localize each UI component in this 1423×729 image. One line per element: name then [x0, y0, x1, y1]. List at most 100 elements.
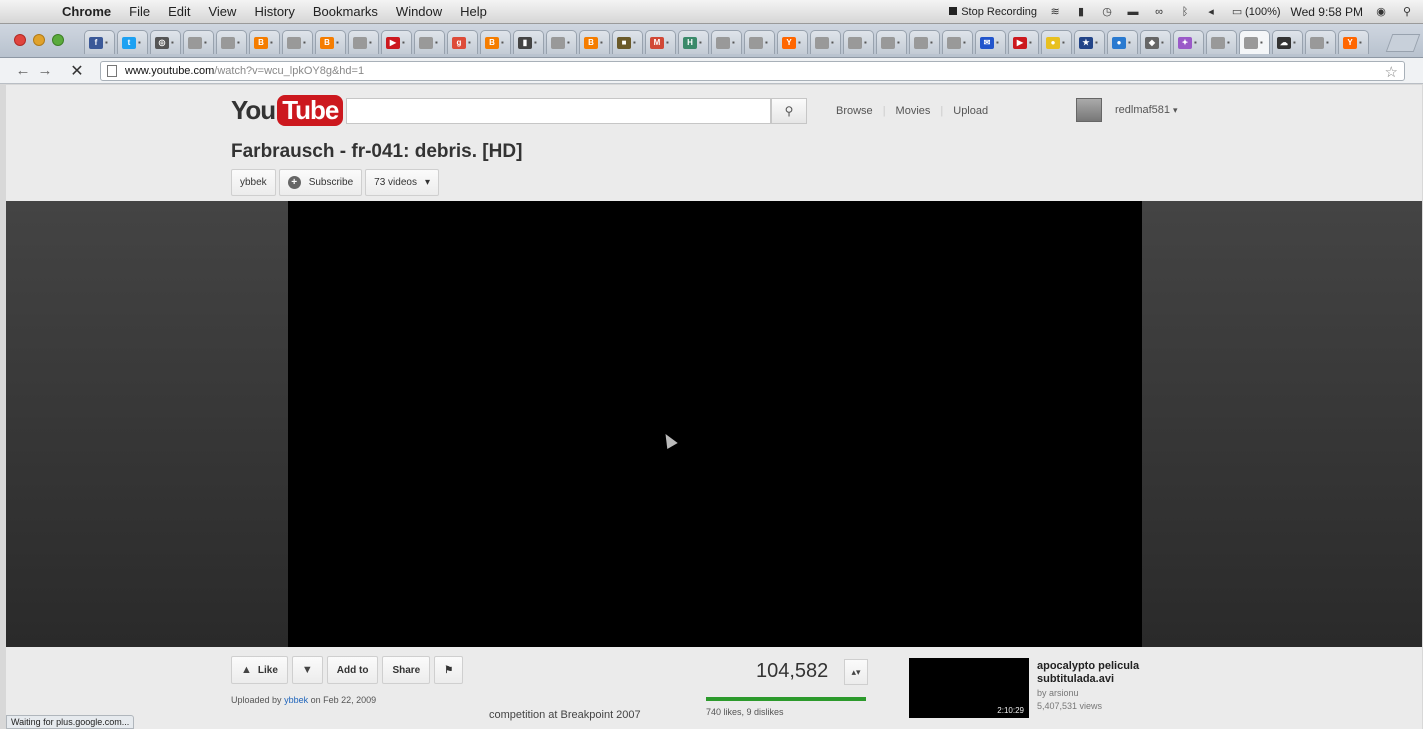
tab-close-icon[interactable]: ▪	[930, 38, 933, 47]
avatar[interactable]	[1076, 98, 1102, 122]
tab-close-icon[interactable]: ▪	[1194, 38, 1197, 47]
forward-button[interactable]: →	[34, 62, 56, 79]
browser-tab[interactable]: ✦ ▪	[1173, 30, 1204, 54]
browser-tab[interactable]: ☁ ▪	[1272, 30, 1303, 54]
browser-tab[interactable]: M ▪	[645, 30, 676, 54]
tab-close-icon[interactable]: ▪	[666, 38, 669, 47]
browser-tab[interactable]: B ▪	[579, 30, 610, 54]
window-close-button[interactable]	[14, 34, 26, 46]
tab-close-icon[interactable]: ▪	[897, 38, 900, 47]
subscribe-button[interactable]: + Subscribe	[278, 169, 363, 196]
menu-help[interactable]: Help	[460, 4, 487, 19]
browser-tab[interactable]: ▪	[183, 30, 214, 54]
browser-tab[interactable]: ▪	[744, 30, 775, 54]
browser-tab[interactable]: t ▪	[117, 30, 148, 54]
browser-tab[interactable]: ▪	[414, 30, 445, 54]
menu-file[interactable]: File	[129, 4, 150, 19]
tab-close-icon[interactable]: ▪	[369, 38, 372, 47]
browser-tab[interactable]: ▪	[909, 30, 940, 54]
tab-close-icon[interactable]: ▪	[534, 38, 537, 47]
display-icon[interactable]: ▬	[1125, 6, 1141, 18]
browser-tab[interactable]: ▮ ▪	[513, 30, 544, 54]
browser-tab[interactable]: ★ ▪	[1074, 30, 1105, 54]
browser-tab[interactable]: B ▪	[480, 30, 511, 54]
browser-tab[interactable]: ▪	[876, 30, 907, 54]
battery-status[interactable]: ▭ (100%)	[1229, 6, 1281, 18]
browser-tab[interactable]: f ▪	[84, 30, 115, 54]
user-menu[interactable]: redlmaf581 ▾	[1115, 104, 1178, 116]
window-minimize-button[interactable]	[33, 34, 45, 46]
browser-tab[interactable]: ▪	[942, 30, 973, 54]
browser-tab[interactable]: ■ ▪	[612, 30, 643, 54]
browser-tab[interactable]: ▪	[546, 30, 577, 54]
tab-close-icon[interactable]: ▪	[633, 38, 636, 47]
tab-close-icon[interactable]: ▪	[1260, 38, 1263, 47]
menu-view[interactable]: View	[208, 4, 236, 19]
new-tab-button[interactable]	[1385, 34, 1421, 52]
browser-tab[interactable]: B ▪	[315, 30, 346, 54]
browser-tab[interactable]: ✉ ▪	[975, 30, 1006, 54]
menu-app-name[interactable]: Chrome	[62, 4, 111, 19]
tab-close-icon[interactable]: ▪	[270, 38, 273, 47]
tab-close-icon[interactable]: ▪	[1029, 38, 1032, 47]
tab-close-icon[interactable]: ▪	[831, 38, 834, 47]
address-bar[interactable]: www.youtube.com /watch?v=wcu_lpkOY8g&hd=…	[100, 61, 1405, 81]
video-player[interactable]	[288, 201, 1142, 647]
tab-close-icon[interactable]: ▪	[765, 38, 768, 47]
tab-close-icon[interactable]: ▪	[996, 38, 999, 47]
tab-close-icon[interactable]: ▪	[171, 38, 174, 47]
browser-tab[interactable]: ▪	[1206, 30, 1237, 54]
browser-tab[interactable]: ▪	[282, 30, 313, 54]
tab-close-icon[interactable]: ▪	[1326, 38, 1329, 47]
tab-close-icon[interactable]: ▪	[501, 38, 504, 47]
browser-tab[interactable]: ▪	[843, 30, 874, 54]
menu-clock[interactable]: Wed 9:58 PM	[1291, 5, 1363, 19]
tab-close-icon[interactable]: ▪	[963, 38, 966, 47]
flag-button[interactable]: ⚑	[434, 656, 464, 684]
browser-tab[interactable]: ● ▪	[1041, 30, 1072, 54]
menu-window[interactable]: Window	[396, 4, 442, 19]
browser-tab[interactable]: ▪	[810, 30, 841, 54]
window-zoom-button[interactable]	[52, 34, 64, 46]
stop-button[interactable]: ✕	[66, 61, 88, 81]
spotlight-icon[interactable]: ⚲	[1399, 6, 1415, 18]
browser-tab[interactable]: ◆ ▪	[1140, 30, 1171, 54]
movies-link[interactable]: Movies	[886, 105, 941, 117]
tab-close-icon[interactable]: ▪	[468, 38, 471, 47]
add-to-button[interactable]: Add to	[326, 656, 379, 684]
tab-close-icon[interactable]: ▪	[402, 38, 405, 47]
youtube-logo[interactable]: You Tube	[231, 95, 344, 126]
tab-close-icon[interactable]: ▪	[237, 38, 240, 47]
tab-close-icon[interactable]: ▪	[732, 38, 735, 47]
browser-tab[interactable]: ● ▪	[1107, 30, 1138, 54]
stats-button[interactable]: ▴▾	[844, 659, 868, 685]
tab-close-icon[interactable]: ▪	[105, 38, 108, 47]
back-button[interactable]: ←	[12, 62, 34, 79]
browser-tab[interactable]: ▶ ▪	[1008, 30, 1039, 54]
like-button[interactable]: ▲ Like	[231, 656, 288, 684]
tab-close-icon[interactable]: ▪	[699, 38, 702, 47]
tab-close-icon[interactable]: ▪	[567, 38, 570, 47]
uploader-link[interactable]: ybbek	[284, 695, 308, 705]
tab-close-icon[interactable]: ▪	[1128, 38, 1131, 47]
tab-close-icon[interactable]: ▪	[204, 38, 207, 47]
browser-tab[interactable]: B ▪	[249, 30, 280, 54]
tab-close-icon[interactable]: ▪	[1293, 38, 1296, 47]
tab-close-icon[interactable]: ▪	[303, 38, 306, 47]
tab-close-icon[interactable]: ▪	[336, 38, 339, 47]
browser-tab[interactable]: ◎ ▪	[150, 30, 181, 54]
browser-tab[interactable]: Y ▪	[777, 30, 808, 54]
menu-history[interactable]: History	[254, 4, 294, 19]
time-machine-icon[interactable]: ◷	[1099, 6, 1115, 18]
binoculars-icon[interactable]: ∞	[1151, 6, 1167, 18]
search-button[interactable]: ⚲	[771, 98, 807, 124]
browser-tab[interactable]: ▪	[711, 30, 742, 54]
browser-tab[interactable]: Y ▪	[1338, 30, 1369, 54]
stop-recording-item[interactable]: Stop Recording	[949, 6, 1037, 18]
tab-close-icon[interactable]: ▪	[1095, 38, 1098, 47]
tab-close-icon[interactable]: ▪	[600, 38, 603, 47]
upload-link[interactable]: Upload	[943, 105, 998, 117]
browse-link[interactable]: Browse	[826, 105, 883, 117]
wifi-icon[interactable]: ≋	[1047, 6, 1063, 18]
tab-close-icon[interactable]: ▪	[435, 38, 438, 47]
